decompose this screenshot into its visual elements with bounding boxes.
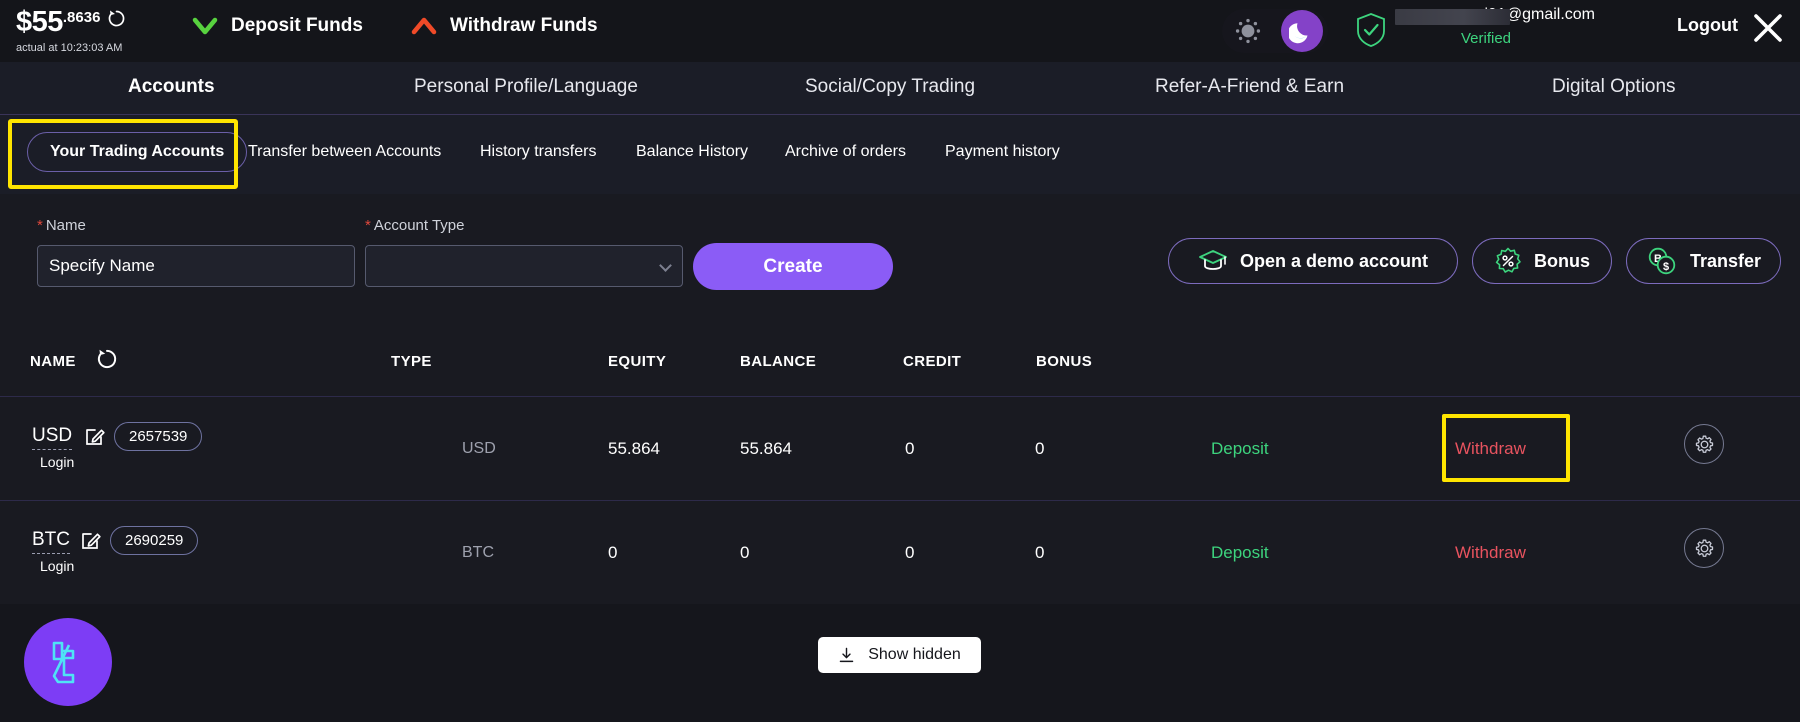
accounts-page: $55 .8636 actual at 10:23:03 AM Deposit … <box>0 0 1800 722</box>
cell-bonus-usd: 0 <box>1035 439 1045 458</box>
transfer-button[interactable]: B $ Transfer <box>1626 238 1781 284</box>
chevron-down-icon <box>659 259 672 272</box>
column-header-bonus: BONUS <box>1036 353 1093 370</box>
nav-tab-personal-profile-language[interactable]: Personal Profile/Language <box>414 76 638 98</box>
required-asterisk-name: * <box>37 217 43 234</box>
deposit-funds-button[interactable]: Deposit Funds <box>191 14 363 38</box>
cell-credit-usd: 0 <box>905 439 915 458</box>
email-redaction <box>1395 9 1510 25</box>
name-field-label: * Name <box>37 217 86 234</box>
bonus-button[interactable]: Bonus <box>1472 238 1612 284</box>
deposit-link-usd[interactable]: Deposit <box>1211 439 1269 459</box>
gear-icon <box>1695 539 1713 557</box>
chat-widget-logo[interactable] <box>24 618 112 706</box>
brand-logo-icon <box>52 641 75 684</box>
cell-balance-btc: 0 <box>740 543 750 562</box>
open-demo-account-label: Open a demo account <box>1239 250 1429 271</box>
cell-equity-btc: 0 <box>608 543 618 562</box>
gear-icon <box>1695 435 1713 453</box>
coin-swap-icon: B $ <box>1648 247 1676 275</box>
name-input[interactable] <box>37 245 355 287</box>
withdraw-funds-button[interactable]: Withdraw Funds <box>410 14 598 38</box>
main-nav: Accounts Personal Profile/Language Socia… <box>0 62 1800 114</box>
table-row: USD 2657539 Login USD 55.864 55.864 0 0 … <box>0 396 1800 500</box>
account-name-btc[interactable]: BTC <box>32 529 70 554</box>
subtab-payment-history[interactable]: Payment history <box>945 143 1060 161</box>
login-label-usd[interactable]: Login <box>40 454 74 470</box>
account-settings-button-usd[interactable] <box>1684 424 1724 464</box>
subtab-your-trading-accounts[interactable]: Your Trading Accounts <box>27 132 248 172</box>
column-header-equity: EQUITY <box>608 353 667 370</box>
dark-theme-icon[interactable] <box>1281 10 1323 52</box>
account-info: i91@gmail.com Verified <box>1395 6 1595 47</box>
refresh-accounts-icon[interactable] <box>96 348 118 375</box>
login-label-btc[interactable]: Login <box>40 558 74 574</box>
edit-name-icon[interactable] <box>80 529 102 556</box>
column-header-name: NAME <box>30 353 76 370</box>
footer: Show hidden <box>0 604 1800 722</box>
deposit-link-btc[interactable]: Deposit <box>1211 543 1269 563</box>
withdraw-link-usd[interactable]: Withdraw <box>1455 439 1526 459</box>
refresh-balance-icon[interactable] <box>107 9 126 33</box>
nav-tab-refer-a-friend-earn[interactable]: Refer-A-Friend & Earn <box>1155 76 1344 98</box>
account-login-id-btc[interactable]: 2690259 <box>110 526 199 555</box>
download-icon <box>839 647 854 662</box>
cell-credit-btc: 0 <box>905 543 915 562</box>
nav-tab-digital-options[interactable]: Digital Options <box>1552 76 1676 98</box>
cell-type-btc: BTC <box>462 544 494 561</box>
balance-amount: $55 <box>16 6 63 38</box>
account-login-id-usd[interactable]: 2657539 <box>114 422 203 451</box>
balance-block: $55 .8636 actual at 10:23:03 AM <box>16 8 166 54</box>
chevron-up-red-icon <box>411 17 437 35</box>
account-type-field-label: * Account Type <box>365 217 465 234</box>
open-demo-account-button[interactable]: Open a demo account <box>1168 238 1458 284</box>
percent-badge-icon <box>1495 247 1521 273</box>
table-header-row: NAME TYPE EQUITY BALANCE CREDIT BONUS <box>0 326 1800 396</box>
balance-timestamp: actual at 10:23:03 AM <box>16 42 123 54</box>
account-settings-button-btc[interactable] <box>1684 528 1724 568</box>
withdraw-funds-label: Withdraw Funds <box>450 15 598 36</box>
light-theme-icon[interactable] <box>1227 10 1269 52</box>
close-icon[interactable] <box>1751 11 1785 50</box>
subtab-history-transfers[interactable]: History transfers <box>480 143 596 161</box>
top-bar: $55 .8636 actual at 10:23:03 AM Deposit … <box>0 0 1800 62</box>
cell-balance-usd: 55.864 <box>740 439 792 458</box>
account-type-select[interactable] <box>365 245 683 287</box>
deposit-funds-label: Deposit Funds <box>231 15 363 36</box>
nav-tab-social-copy-trading[interactable]: Social/Copy Trading <box>805 76 975 98</box>
subtab-transfer-between-accounts[interactable]: Transfer between Accounts <box>248 143 441 161</box>
create-button[interactable]: Create <box>693 243 893 290</box>
verified-status-label: Verified <box>1460 30 1512 47</box>
transfer-label: Transfer <box>1689 250 1762 271</box>
bonus-label: Bonus <box>1534 250 1590 271</box>
table-row: BTC 2690259 Login BTC 0 0 0 0 Deposit Wi… <box>0 500 1800 604</box>
edit-name-icon[interactable] <box>84 425 106 452</box>
withdraw-link-btc[interactable]: Withdraw <box>1455 543 1526 563</box>
show-hidden-button[interactable]: Show hidden <box>818 637 981 673</box>
column-header-credit: CREDIT <box>903 353 962 370</box>
column-header-type: TYPE <box>391 353 432 370</box>
subtab-balance-history[interactable]: Balance History <box>636 143 748 161</box>
account-name-usd[interactable]: USD <box>32 425 73 450</box>
graduation-cap-icon <box>1199 250 1227 270</box>
balance-decimals: .8636 <box>62 9 101 26</box>
nav-tab-accounts[interactable]: Accounts <box>128 76 215 98</box>
account-email: i91@gmail.com <box>1395 6 1595 25</box>
cell-equity-usd: 55.864 <box>608 439 660 458</box>
verified-shield-icon[interactable] <box>1355 12 1387 53</box>
theme-toggle[interactable] <box>1222 9 1328 53</box>
logout-button[interactable]: Logout <box>1677 15 1738 36</box>
required-asterisk-account-type: * <box>365 217 371 234</box>
sub-nav: Your Trading Accounts Transfer between A… <box>0 114 1800 194</box>
subtab-archive-of-orders[interactable]: Archive of orders <box>785 143 906 161</box>
cell-type-usd: USD <box>462 440 496 457</box>
chevron-down-green-icon <box>192 17 218 35</box>
accounts-table: NAME TYPE EQUITY BALANCE CREDIT BONUS US… <box>0 326 1800 604</box>
svg-text:$: $ <box>1663 261 1669 273</box>
show-hidden-label: Show hidden <box>868 646 961 663</box>
cell-bonus-btc: 0 <box>1035 543 1045 562</box>
column-header-balance: BALANCE <box>740 353 817 370</box>
